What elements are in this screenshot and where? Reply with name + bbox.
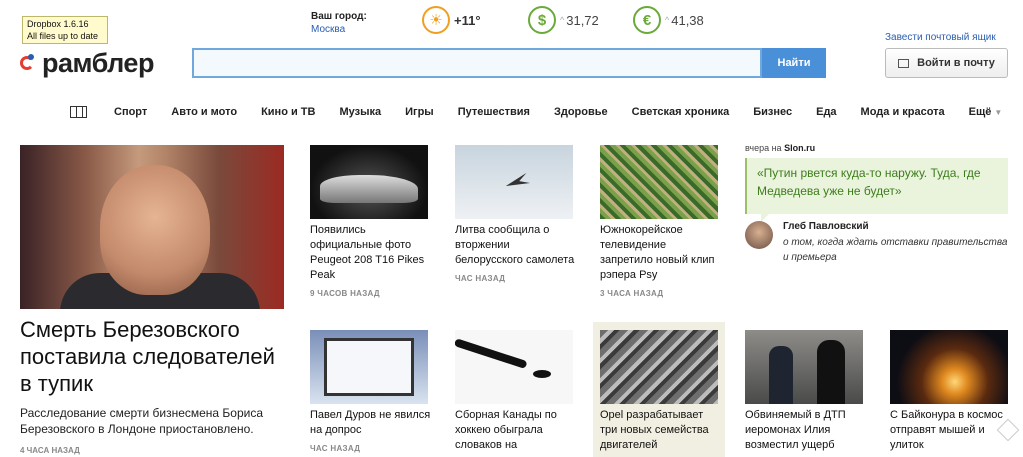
news-time: 9 ЧАСОВ НАЗАД xyxy=(310,289,380,298)
news-thumbnail[interactable] xyxy=(600,330,718,404)
news-title[interactable]: Обвиняемый в ДТП иеромонах Илия возмести… xyxy=(745,408,866,453)
dropbox-tooltip: Dropbox 1.6.16 All files up to date xyxy=(22,16,108,44)
news-tile[interactable]: С Байконура в космос отправят мышей и ул… xyxy=(890,330,1011,453)
eur-rate-widget[interactable]: € ^ 41,38 xyxy=(633,5,704,35)
quote-text[interactable]: «Путин рвется куда-то наружу. Туда, где … xyxy=(745,158,1008,222)
quote-source-prefix: вчера на xyxy=(745,143,782,153)
dollar-icon: $ xyxy=(528,6,556,34)
euro-icon: € xyxy=(633,6,661,34)
search-button[interactable]: Найти xyxy=(762,48,826,78)
weather-widget[interactable]: ☀ +11° xyxy=(422,5,481,35)
nav-item-food[interactable]: Еда xyxy=(816,106,836,118)
nav-item-celebrity[interactable]: Светская хроника xyxy=(632,106,730,118)
nav-item-fashion[interactable]: Мода и красота xyxy=(861,106,945,118)
tooltip-line-2: All files up to date xyxy=(27,31,99,41)
logo-text: рамблер xyxy=(42,47,154,78)
news-thumbnail[interactable] xyxy=(310,330,428,404)
nav-item-music[interactable]: Музыка xyxy=(339,106,381,118)
eur-rate-value: 41,38 xyxy=(671,12,704,28)
main-story-desc: Расследование смерти бизнесмена Бориса Б… xyxy=(20,406,264,436)
login-mail-button[interactable]: Войти в почту xyxy=(885,48,1008,78)
news-time: ЧАС НАЗАД xyxy=(310,444,361,453)
tooltip-line-1: Dropbox 1.6.16 xyxy=(27,19,89,29)
nav-item-business[interactable]: Бизнес xyxy=(753,106,792,118)
trend-up-icon: ^ xyxy=(560,15,565,25)
quote-source-link[interactable]: Slon.ru xyxy=(784,143,815,153)
trend-up-icon: ^ xyxy=(665,15,670,25)
quote-desc: о том, когда ждать отставки правительств… xyxy=(783,237,1008,263)
rambler-logo-icon xyxy=(20,52,40,74)
main-story-image[interactable] xyxy=(20,145,284,309)
news-tile[interactable]: Литва сообщила о вторжении белорусского … xyxy=(455,145,576,283)
news-thumbnail[interactable] xyxy=(455,330,573,404)
news-title[interactable]: Opel разрабатывает три новых семейства д… xyxy=(600,408,718,453)
news-time: ЧАС НАЗАД xyxy=(455,274,506,283)
news-tile[interactable]: Обвиняемый в ДТП иеромонах Илия возмести… xyxy=(745,330,866,453)
main-story-time: 4 ЧАСА НАЗАД xyxy=(20,446,80,455)
city-label: Ваш город: xyxy=(311,11,367,22)
nav-item-games[interactable]: Игры xyxy=(405,106,434,118)
nav-item-more[interactable]: Ещё ▼ xyxy=(969,106,1003,118)
search-input[interactable] xyxy=(192,48,762,78)
usd-rate-widget[interactable]: $ ^ 31,72 xyxy=(528,5,599,35)
news-tile[interactable]: Павел Дуров не явился на допрос ЧАС НАЗА… xyxy=(310,330,431,453)
news-thumbnail[interactable] xyxy=(310,145,428,219)
news-thumbnail[interactable] xyxy=(890,330,1008,404)
news-tile[interactable]: Сборная Канады по хоккею обыграла словак… xyxy=(455,330,576,453)
news-thumbnail[interactable] xyxy=(455,145,573,219)
nav-item-health[interactable]: Здоровье xyxy=(554,106,608,118)
nav-item-sport[interactable]: Спорт xyxy=(114,106,147,118)
news-title[interactable]: Литва сообщила о вторжении белорусского … xyxy=(455,223,576,268)
news-title[interactable]: С Байконура в космос отправят мышей и ул… xyxy=(890,408,1011,453)
login-mail-label: Войти в почту xyxy=(917,57,995,69)
main-story-title[interactable]: Смерть Березовского поставила следовател… xyxy=(20,316,290,397)
weather-temp: +11° xyxy=(454,12,481,28)
nav-more-label: Ещё xyxy=(968,106,992,118)
news-title[interactable]: Сборная Канады по хоккею обыграла словак… xyxy=(455,408,576,453)
news-title[interactable]: Павел Дуров не явился на допрос xyxy=(310,408,431,438)
news-title[interactable]: Появились официальные фото Peugeot 208 T… xyxy=(310,223,431,283)
envelope-icon xyxy=(898,58,910,68)
chevron-down-icon: ▼ xyxy=(994,108,1003,117)
city-link[interactable]: Москва xyxy=(311,24,345,35)
sun-icon: ☀ xyxy=(422,6,450,34)
nav-item-cinema[interactable]: Кино и ТВ xyxy=(261,106,315,118)
rambler-logo[interactable]: рамблер xyxy=(20,46,154,80)
category-nav: Спорт Авто и мото Кино и ТВ Музыка Игры … xyxy=(70,104,1002,120)
all-services-icon[interactable] xyxy=(70,106,87,118)
city-selector: Ваш город: Москва xyxy=(311,10,367,36)
news-thumbnail[interactable] xyxy=(600,145,718,219)
usd-rate-value: 31,72 xyxy=(566,12,599,28)
news-tile[interactable]: Opel разрабатывает три новых семейства д… xyxy=(593,322,725,457)
create-mailbox-link[interactable]: Завести почтовый ящик xyxy=(885,32,996,43)
quote-source: вчера на Slon.ru xyxy=(745,143,815,153)
news-time: 3 ЧАСА НАЗАД xyxy=(600,289,664,298)
news-thumbnail[interactable] xyxy=(745,330,863,404)
news-tile[interactable]: Появились официальные фото Peugeot 208 T… xyxy=(310,145,431,298)
quote-author[interactable]: Глеб Павловский xyxy=(783,221,869,232)
nav-item-travel[interactable]: Путешествия xyxy=(458,106,530,118)
avatar[interactable] xyxy=(745,221,773,249)
news-tile[interactable]: Южнокорейское телевидение запретило новы… xyxy=(600,145,721,298)
nav-item-auto[interactable]: Авто и мото xyxy=(171,106,237,118)
news-title[interactable]: Южнокорейское телевидение запретило новы… xyxy=(600,223,721,283)
